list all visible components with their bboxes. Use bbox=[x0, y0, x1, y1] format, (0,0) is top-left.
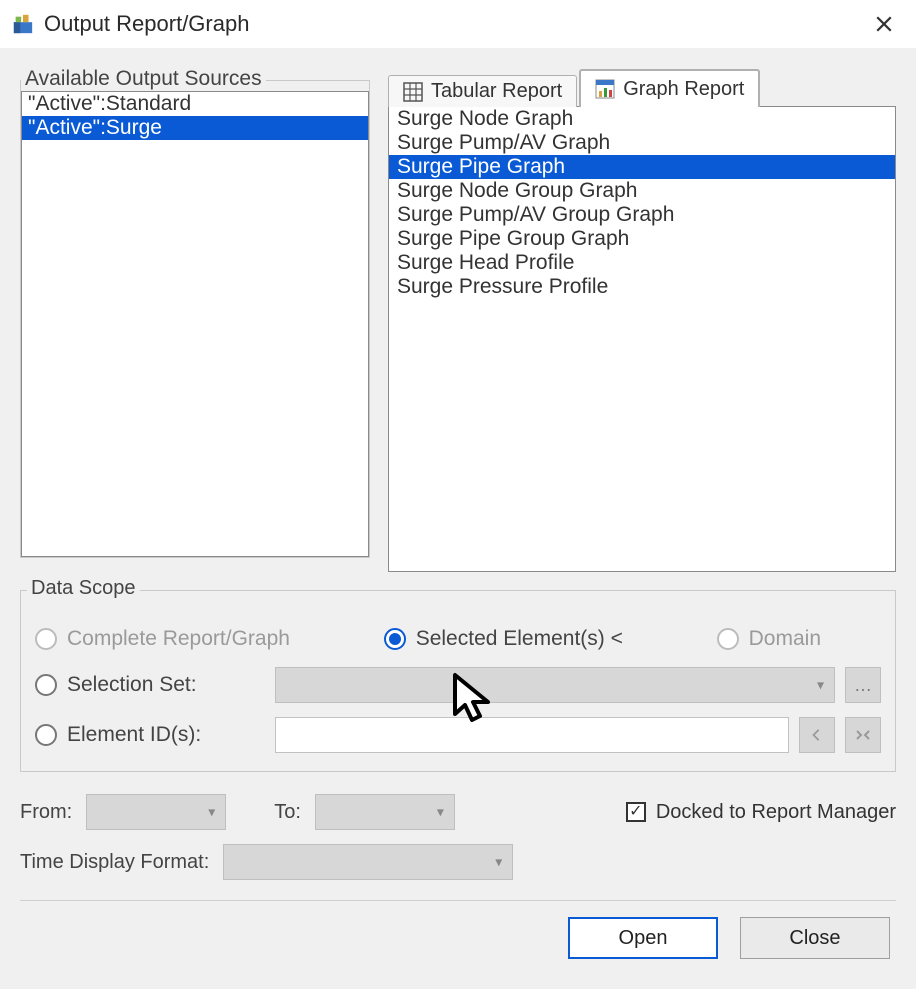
output-sources-list[interactable]: "Active":Standard"Active":Surge bbox=[21, 91, 369, 557]
separator bbox=[20, 900, 896, 901]
from-label: From: bbox=[20, 801, 72, 824]
chevron-down-icon: ▾ bbox=[495, 854, 502, 871]
open-button[interactable]: Open bbox=[568, 917, 718, 959]
window-title: Output Report/Graph bbox=[44, 11, 864, 37]
radio-selected-label: Selected Element(s) < bbox=[416, 627, 623, 651]
tab-graph-report[interactable]: Graph Report bbox=[579, 69, 760, 107]
available-output-sources-group: Available Output Sources "Active":Standa… bbox=[20, 80, 370, 558]
report-type-item[interactable]: Surge Pump/AV Graph bbox=[389, 131, 895, 155]
chevron-down-icon: ▾ bbox=[437, 804, 444, 821]
radio-domain-label: Domain bbox=[749, 627, 821, 651]
report-type-item[interactable]: Surge Pump/AV Group Graph bbox=[389, 203, 895, 227]
app-icon bbox=[12, 13, 34, 35]
report-type-list[interactable]: Surge Node GraphSurge Pump/AV GraphSurge… bbox=[388, 106, 896, 572]
from-combo[interactable]: ▾ bbox=[86, 794, 226, 830]
tab-tabular-report[interactable]: Tabular Report bbox=[388, 75, 577, 107]
report-type-item[interactable]: Surge Pipe Group Graph bbox=[389, 227, 895, 251]
radio-selection-set[interactable]: Selection Set: bbox=[35, 673, 197, 697]
data-scope-legend: Data Scope bbox=[27, 577, 140, 600]
title-bar: Output Report/Graph bbox=[0, 0, 916, 48]
report-type-item[interactable]: Surge Head Profile bbox=[389, 251, 895, 275]
radio-bullet-icon bbox=[717, 628, 739, 650]
time-format-combo[interactable]: ▾ bbox=[223, 844, 513, 880]
report-type-item[interactable]: Surge Node Group Graph bbox=[389, 179, 895, 203]
docked-label: Docked to Report Manager bbox=[656, 801, 896, 824]
element-ids-label: Element ID(s): bbox=[67, 723, 201, 747]
selection-set-combo[interactable]: ▾ bbox=[275, 667, 835, 703]
element-ids-input[interactable] bbox=[275, 717, 789, 753]
radio-bullet-icon bbox=[35, 724, 57, 746]
chevron-down-icon: ▾ bbox=[208, 804, 215, 821]
tab-tabular-label: Tabular Report bbox=[431, 80, 562, 103]
radio-bullet-icon bbox=[35, 628, 57, 650]
element-pick-button[interactable] bbox=[845, 717, 881, 753]
checkbox-box-icon bbox=[626, 802, 646, 822]
data-scope-group: Data Scope Complete Report/Graph Selecte… bbox=[20, 590, 896, 772]
time-format-label: Time Display Format: bbox=[20, 851, 209, 874]
radio-complete-report[interactable]: Complete Report/Graph bbox=[35, 627, 290, 651]
radio-bullet-icon bbox=[35, 674, 57, 696]
to-combo[interactable]: ▾ bbox=[315, 794, 455, 830]
to-label: To: bbox=[274, 801, 301, 824]
window-close-button[interactable] bbox=[864, 4, 904, 44]
available-output-sources-legend: Available Output Sources bbox=[21, 67, 266, 91]
chevron-down-icon: ▾ bbox=[817, 677, 824, 694]
radio-domain[interactable]: Domain bbox=[717, 627, 821, 651]
report-tabs: Tabular Report Graph Report bbox=[388, 68, 896, 106]
radio-selected-elements[interactable]: Selected Element(s) < bbox=[384, 627, 623, 651]
docked-checkbox[interactable]: Docked to Report Manager bbox=[626, 801, 896, 824]
chart-icon bbox=[595, 79, 615, 99]
output-source-item[interactable]: "Active":Surge bbox=[22, 116, 368, 140]
element-prev-button[interactable] bbox=[799, 717, 835, 753]
table-icon bbox=[403, 82, 423, 102]
tab-graph-label: Graph Report bbox=[623, 78, 744, 101]
radio-complete-label: Complete Report/Graph bbox=[67, 627, 290, 651]
report-type-item[interactable]: Surge Pressure Profile bbox=[389, 275, 895, 299]
output-source-item[interactable]: "Active":Standard bbox=[22, 92, 368, 116]
report-type-item[interactable]: Surge Pipe Graph bbox=[389, 155, 895, 179]
report-type-item[interactable]: Surge Node Graph bbox=[389, 107, 895, 131]
close-button[interactable]: Close bbox=[740, 917, 890, 959]
selection-set-browse-button[interactable]: … bbox=[845, 667, 881, 703]
selection-set-label: Selection Set: bbox=[67, 673, 197, 697]
radio-element-ids[interactable]: Element ID(s): bbox=[35, 723, 201, 747]
radio-bullet-icon bbox=[384, 628, 406, 650]
